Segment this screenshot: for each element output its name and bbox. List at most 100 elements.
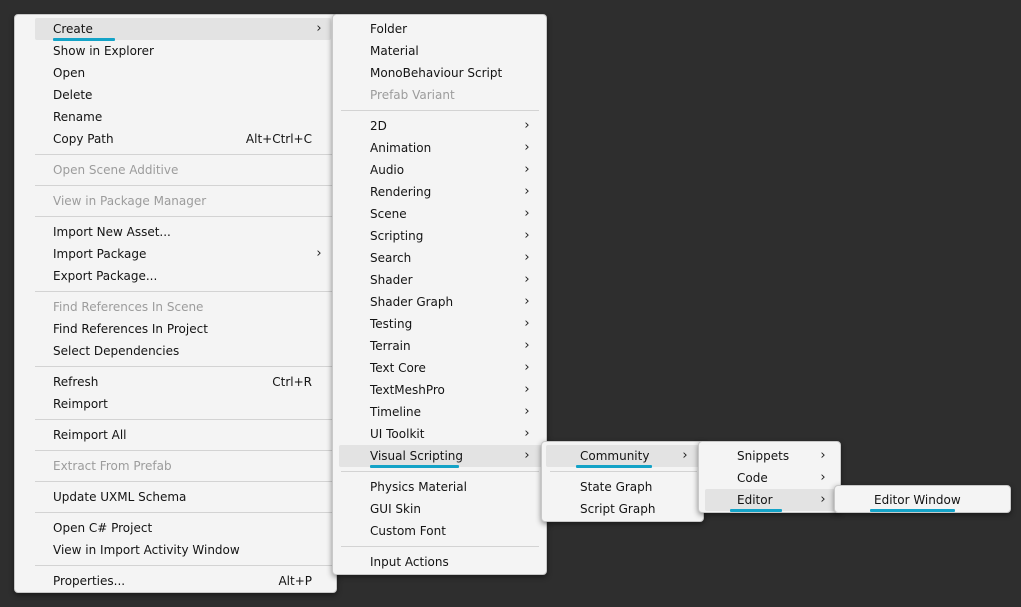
menu-item-delete[interactable]: Delete (35, 84, 331, 106)
menu-item-label: View in Import Activity Window (53, 543, 240, 557)
menu-item-label: 2D (370, 119, 387, 133)
menu-item-label: Update UXML Schema (53, 490, 187, 504)
menu-item-snippets[interactable]: Snippets › (705, 445, 837, 467)
menu-separator (35, 154, 343, 155)
chevron-right-icon: › (524, 206, 530, 221)
menu-item-open-scene-additive: Open Scene Additive (35, 159, 331, 181)
menu-item-import-new-asset[interactable]: Import New Asset... (35, 221, 331, 243)
menu-item-properties[interactable]: Properties... Alt+P (35, 570, 331, 592)
menu-item-label: Import New Asset... (53, 225, 171, 239)
menu-item-label: Folder (370, 22, 408, 36)
menu-item-label: Reimport (53, 397, 108, 411)
menu-item-update-uxml-schema[interactable]: Update UXML Schema (35, 486, 331, 508)
menu-item-find-references-in-project[interactable]: Find References In Project (35, 318, 331, 340)
menu-item-community[interactable]: Community › (546, 445, 701, 467)
menu-item-label: Select Dependencies (53, 344, 180, 358)
menu-item-shader[interactable]: Shader › (339, 269, 543, 291)
chevron-right-icon: › (524, 140, 530, 155)
menu-item-copy-path[interactable]: Copy Path Alt+Ctrl+C (35, 128, 331, 150)
menu-separator (35, 565, 343, 566)
chevron-right-icon: › (524, 250, 530, 265)
menu-separator (341, 546, 539, 547)
menu-item-label: Find References In Project (53, 322, 208, 336)
menu-item-label: Visual Scripting (370, 449, 463, 463)
chevron-right-icon: › (524, 316, 530, 331)
menu-item-label: Snippets (737, 449, 790, 463)
menu-item-animation[interactable]: Animation › (339, 137, 543, 159)
menu-item-label: Open (53, 66, 86, 80)
menu-item-label: Shader Graph (370, 295, 454, 309)
menu-item-rendering[interactable]: Rendering › (339, 181, 543, 203)
menu-item-physics-material[interactable]: Physics Material (339, 476, 543, 498)
chevron-right-icon: › (524, 382, 530, 397)
menu-item-scene[interactable]: Scene › (339, 203, 543, 225)
menu-item-input-actions[interactable]: Input Actions (339, 551, 543, 573)
menu-separator (550, 471, 697, 472)
menu-item-export-package[interactable]: Export Package... (35, 265, 331, 287)
menu-item-visual-scripting[interactable]: Visual Scripting › (339, 445, 543, 467)
menu-item-find-references-in-scene: Find References In Scene (35, 296, 331, 318)
menu-item-view-in-import-activity-window[interactable]: View in Import Activity Window (35, 539, 331, 561)
menu-item-folder[interactable]: Folder (339, 18, 543, 40)
selection-underline (870, 509, 955, 512)
menu-item-shortcut: Ctrl+R (272, 375, 312, 389)
menu-item-refresh[interactable]: Refresh Ctrl+R (35, 371, 331, 393)
menu-item-reimport[interactable]: Reimport (35, 393, 331, 415)
chevron-right-icon: › (820, 448, 826, 463)
menu-item-label: MonoBehaviour Script (370, 66, 503, 80)
menu-item-open[interactable]: Open (35, 62, 331, 84)
menu-item-label: Refresh (53, 375, 99, 389)
chevron-right-icon: › (524, 118, 530, 133)
menu-item-reimport-all[interactable]: Reimport All (35, 424, 331, 446)
menu-item-label: Open Scene Additive (53, 163, 179, 177)
menu-item-state-graph[interactable]: State Graph (546, 476, 701, 498)
menu-item-terrain[interactable]: Terrain › (339, 335, 543, 357)
menu-item-label: Editor Window (874, 493, 961, 507)
menu-separator (35, 481, 343, 482)
menu-item-label: Community (580, 449, 650, 463)
menu-separator (341, 110, 539, 111)
menu-item-text-core[interactable]: Text Core › (339, 357, 543, 379)
menu-item-testing[interactable]: Testing › (339, 313, 543, 335)
menu-item-code[interactable]: Code › (705, 467, 837, 489)
menu-item-search[interactable]: Search › (339, 247, 543, 269)
menu-item-label: Timeline (370, 405, 422, 419)
menu-item-scripting[interactable]: Scripting › (339, 225, 543, 247)
menu-item-gui-skin[interactable]: GUI Skin (339, 498, 543, 520)
menu-item-2d[interactable]: 2D › (339, 115, 543, 137)
menu-item-create[interactable]: Create › (35, 18, 331, 40)
menu-item-label: Input Actions (370, 555, 449, 569)
menu-item-label: Testing (370, 317, 413, 331)
chevron-right-icon: › (524, 294, 530, 309)
menu-item-label: Shader (370, 273, 413, 287)
menu-item-label: View in Package Manager (53, 194, 207, 208)
menu-item-editor-window[interactable]: Editor Window (838, 489, 1009, 511)
menu-separator (35, 291, 343, 292)
menu-item-label: Search (370, 251, 412, 265)
menu-community: Snippets › Code › Editor › (698, 441, 841, 513)
menu-item-label: Code (737, 471, 768, 485)
menu-item-label: Audio (370, 163, 405, 177)
chevron-right-icon: › (524, 162, 530, 177)
menu-main: Create › Show in Explorer Open Delete Rename C… (14, 14, 343, 593)
menu-item-prefab-variant: Prefab Variant (339, 84, 543, 106)
menu-item-open-c-project[interactable]: Open C# Project (35, 517, 331, 539)
menu-item-show-in-explorer[interactable]: Show in Explorer (35, 40, 331, 62)
menu-item-shader-graph[interactable]: Shader Graph › (339, 291, 543, 313)
menu-item-label: Create (53, 22, 93, 36)
menu-item-monobehaviour-script[interactable]: MonoBehaviour Script (339, 62, 543, 84)
menu-item-ui-toolkit[interactable]: UI Toolkit › (339, 423, 543, 445)
menu-item-script-graph[interactable]: Script Graph (546, 498, 701, 520)
menu-item-import-package[interactable]: Import Package › (35, 243, 331, 265)
menu-item-textmeshpro[interactable]: TextMeshPro › (339, 379, 543, 401)
menu-item-label: Copy Path (53, 132, 114, 146)
menu-item-label: Find References In Scene (53, 300, 204, 314)
menu-item-custom-font[interactable]: Custom Font (339, 520, 543, 542)
menu-item-material[interactable]: Material (339, 40, 543, 62)
menu-item-timeline[interactable]: Timeline › (339, 401, 543, 423)
menu-item-select-dependencies[interactable]: Select Dependencies (35, 340, 331, 362)
menu-separator (35, 216, 343, 217)
menu-item-rename[interactable]: Rename (35, 106, 331, 128)
menu-item-editor[interactable]: Editor › (705, 489, 837, 511)
menu-item-audio[interactable]: Audio › (339, 159, 543, 181)
